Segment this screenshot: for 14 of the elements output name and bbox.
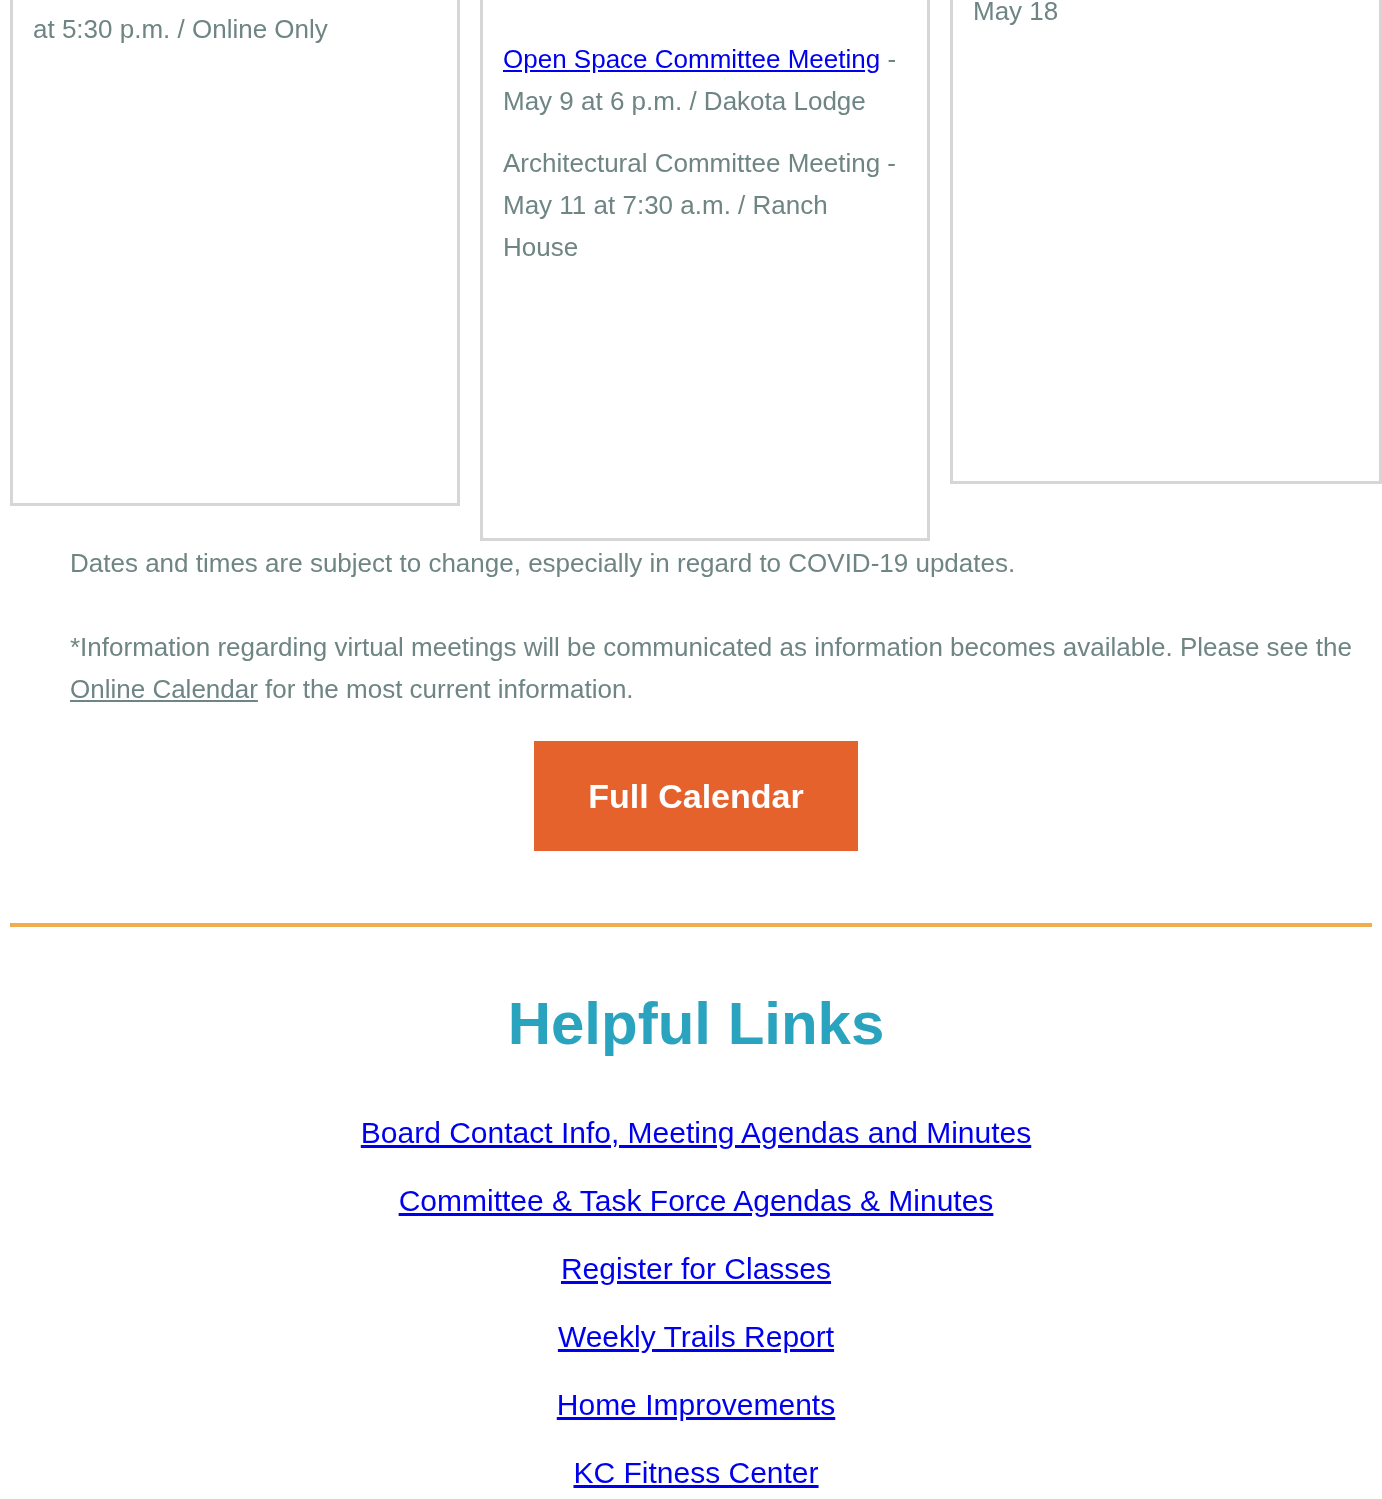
event-text: Architectural Committee Meeting - May 11 at 7:30 a.m. / Ranch House <box>503 147 898 264</box>
note-text: Dates and times are subject to change, especially in regard to COVID-19 updates. <box>70 547 1017 580</box>
event-link[interactable]: Open Space Committee Meeting <box>503 44 881 74</box>
helpful-link[interactable]: Weekly Trails Report <box>557 1319 835 1355</box>
helpful-link[interactable]: Committee & Task Force Agendas & Minutes <box>398 1183 994 1219</box>
helpful-link[interactable]: KC Fitness Center <box>573 1455 819 1491</box>
section-heading: Helpful Links <box>507 989 885 1059</box>
event-text: Open Space Committee Meeting - May 9 at 6 p.m. / Dakota Lodge <box>503 43 898 118</box>
helpful-link[interactable]: Board Contact Info, Meeting Agendas and Minutes <box>360 1115 1032 1151</box>
helpful-link[interactable]: Register for Classes <box>560 1251 832 1287</box>
helpful-link[interactable]: Home Improvements <box>556 1387 836 1423</box>
note-text: *Information regarding virtual meetings will be communicated as information becomes available. Please see the Online Calendar for the most current information. <box>70 631 1353 706</box>
online-calendar-link[interactable]: Online Calendar <box>70 674 258 704</box>
event-text: at 5:30 p.m. / Online Only <box>33 13 329 46</box>
